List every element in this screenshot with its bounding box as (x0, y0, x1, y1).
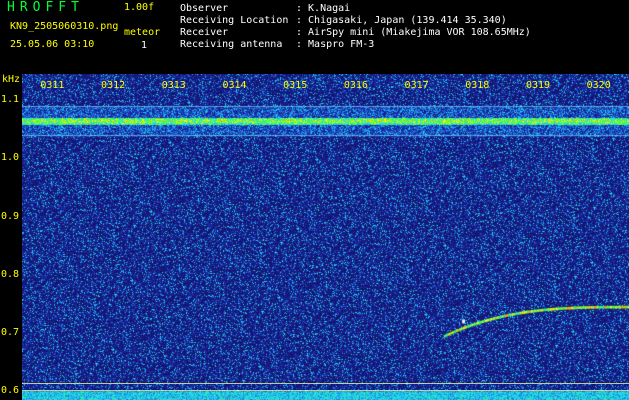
x-tick-label: 0314 (222, 80, 247, 91)
reference-line (22, 389, 629, 391)
location-value: : Chigasaki, Japan (139.414 35.340) (296, 15, 507, 26)
reference-line (22, 382, 629, 384)
version-label: 1.00f (124, 2, 155, 13)
y-tick-label: 1.1 (1, 94, 20, 106)
meteor-label: meteor (124, 27, 161, 38)
x-tick-label: 0311 (40, 80, 65, 91)
x-tick-label: 0313 (161, 80, 186, 91)
datetime-label: 25.05.06 03:10 (10, 39, 95, 50)
x-tick-label: 0319 (525, 80, 551, 91)
x-tick-label: 0312 (101, 80, 126, 91)
x-tick-label: 0315 (283, 80, 308, 91)
filename-label: KN9_2505060310.png (10, 21, 119, 32)
spectrogram-plot (22, 74, 629, 400)
antenna-label: Receiving antenna (180, 39, 283, 50)
app-title: HROFFT (7, 0, 84, 15)
x-tick-label: 0320 (586, 80, 611, 91)
x-tick-label: 0316 (343, 80, 368, 91)
x-tick-label: 0318 (465, 80, 490, 91)
observer-label: Observer (180, 3, 229, 14)
y-tick-label: 0.9 (1, 210, 20, 222)
y-tick-label: 1.0 (1, 152, 20, 164)
header-panel: HROFFT 1.00f KN9_2505060310.png 25.05.06… (0, 0, 629, 72)
y-tick-label: 0.6 (1, 385, 20, 397)
receiver-label: Receiver (180, 27, 229, 38)
receiver-value: : AirSpy mini (Miakejima VOR 108.65MHz) (296, 27, 531, 38)
antenna-value: : Maspro FM-3 (296, 39, 375, 50)
waterfall-canvas (22, 74, 629, 400)
y-tick-label: 0.8 (1, 268, 20, 280)
y-tick-label: 0.7 (1, 327, 20, 339)
location-label: Receiving Location (180, 15, 289, 26)
y-axis-unit: kHz (2, 74, 21, 85)
x-tick-label: 0317 (404, 80, 429, 91)
meteor-count: 1 (141, 40, 148, 51)
observer-value: : K.Nagai (296, 3, 351, 14)
